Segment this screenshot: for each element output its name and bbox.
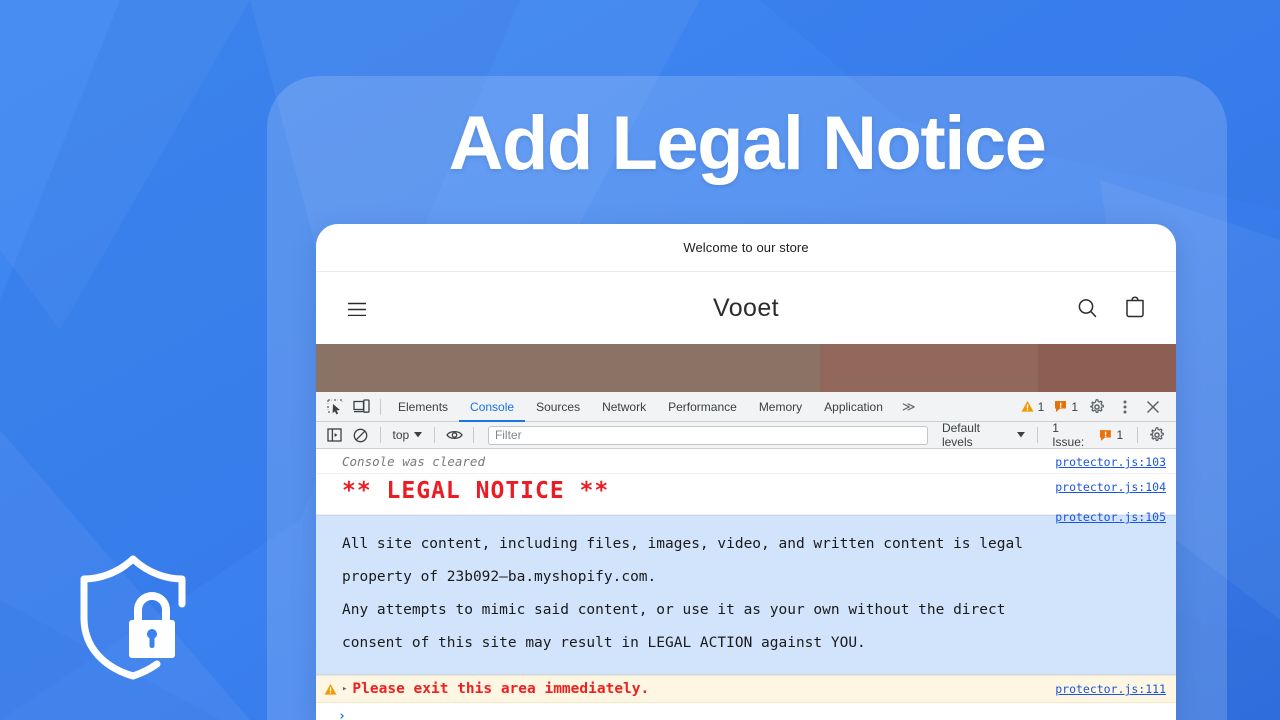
console-filter-bar: top Filter Default levels 1 Issue: 1 — [316, 421, 1176, 449]
console-row-legal-body: All site content, including files, image… — [316, 510, 1176, 675]
error-count-badge[interactable]: 1 — [1050, 400, 1082, 414]
tab-performance[interactable]: Performance — [657, 392, 748, 422]
hero-segment-1 — [316, 344, 820, 392]
filter-input[interactable]: Filter — [487, 425, 928, 445]
console-settings-gear-icon[interactable] — [1144, 422, 1170, 448]
sidebar-toggle-icon[interactable] — [322, 422, 348, 448]
console-row-legal-notice: ** LEGAL NOTICE ** protector.js:104 — [316, 474, 1176, 515]
issues-label: 1 Issue: — [1052, 421, 1085, 449]
legal-body-line-2: property of 23b092—ba.myshopify.com. — [342, 569, 657, 585]
shield-lock-icon — [72, 552, 194, 682]
browser-window: Welcome to our store Vooet Elements Cons… — [316, 224, 1176, 720]
source-link[interactable]: protector.js:105 — [1055, 510, 1166, 524]
devtools-panel: Elements Console Sources Network Perform… — [316, 392, 1176, 720]
inspect-element-icon[interactable] — [322, 394, 348, 420]
tab-elements[interactable]: Elements — [387, 392, 459, 422]
hamburger-menu-icon[interactable] — [344, 295, 370, 321]
console-row-warning: ▸ Please exit this area immediately. pro… — [316, 675, 1176, 703]
store-logo: Vooet — [713, 293, 779, 322]
source-link[interactable]: protector.js:103 — [1055, 455, 1166, 469]
source-link[interactable]: protector.js:104 — [1055, 480, 1166, 494]
more-tabs-chevron-icon[interactable]: ≫ — [894, 399, 924, 415]
hero-segment-2 — [820, 344, 1038, 392]
hero-segment-3 — [1038, 344, 1176, 392]
filter-placeholder: Filter — [494, 428, 522, 442]
filterbar-divider-1 — [379, 427, 381, 443]
store-header: Vooet — [316, 272, 1176, 344]
execution-context-value: top — [392, 428, 410, 442]
tab-network[interactable]: Network — [591, 392, 657, 422]
prompt-chevron-icon: › — [338, 709, 346, 720]
execution-context-select[interactable]: top — [387, 428, 429, 442]
console-output: Console was cleared protector.js:103 ** … — [316, 449, 1176, 720]
filterbar-divider-4 — [1037, 427, 1039, 443]
legal-notice-heading: ** LEGAL NOTICE ** — [342, 478, 610, 504]
log-levels-select[interactable]: Default levels — [936, 421, 1031, 449]
device-toolbar-icon[interactable] — [348, 394, 374, 420]
warning-count-badge[interactable]: 1 — [1017, 400, 1049, 414]
shopping-bag-icon[interactable] — [1122, 295, 1148, 321]
filterbar-divider-3 — [472, 427, 474, 443]
tab-sources[interactable]: Sources — [525, 392, 591, 422]
issue-square-icon — [1099, 429, 1111, 441]
error-count: 1 — [1071, 399, 1078, 414]
source-link[interactable]: protector.js:111 — [1055, 682, 1166, 696]
console-prompt-row[interactable]: › — [316, 703, 1176, 720]
close-icon[interactable] — [1140, 394, 1166, 420]
store-announcement-text: Welcome to our store — [683, 240, 809, 255]
log-levels-value: Default levels — [941, 421, 980, 449]
issues-bar[interactable]: 1 Issue: 1 — [1044, 421, 1131, 449]
warning-count: 1 — [1037, 399, 1045, 414]
search-icon[interactable] — [1074, 295, 1100, 321]
filterbar-divider-2 — [434, 427, 436, 443]
more-vertical-icon[interactable] — [1112, 394, 1138, 420]
console-row-cleared: Console was cleared protector.js:103 — [316, 449, 1176, 474]
warning-message-text: Please exit this area immediately. — [352, 681, 650, 697]
toolbar-divider — [380, 398, 381, 415]
gear-icon[interactable] — [1084, 394, 1110, 420]
store-hero-banner — [316, 344, 1176, 392]
chevron-down-icon — [414, 432, 423, 438]
legal-body-line-3: Any attempts to mimic said content, or u… — [342, 602, 1006, 618]
page-title: Add Legal Notice — [448, 101, 1047, 186]
expand-caret-icon[interactable]: ▸ — [342, 684, 347, 694]
console-cleared-text: Console was cleared — [342, 454, 485, 469]
chevron-down-icon — [1017, 432, 1026, 438]
tab-memory[interactable]: Memory — [748, 392, 813, 422]
clear-console-icon[interactable] — [348, 422, 374, 448]
issues-count: 1 — [1116, 428, 1124, 442]
tab-application[interactable]: Application — [813, 392, 894, 422]
devtools-tab-bar: Elements Console Sources Network Perform… — [316, 392, 1176, 422]
filterbar-divider-5 — [1137, 427, 1139, 443]
warning-triangle-icon — [1021, 401, 1034, 412]
issue-square-icon — [1055, 401, 1067, 412]
live-expression-eye-icon[interactable] — [441, 422, 467, 448]
store-announcement-bar: Welcome to our store — [316, 224, 1176, 272]
legal-body-line-4: consent of this site may result in LEGAL… — [342, 635, 866, 651]
tab-console[interactable]: Console — [459, 392, 525, 422]
warning-triangle-icon — [324, 683, 337, 695]
legal-body-line-1: All site content, including files, image… — [342, 536, 1023, 552]
